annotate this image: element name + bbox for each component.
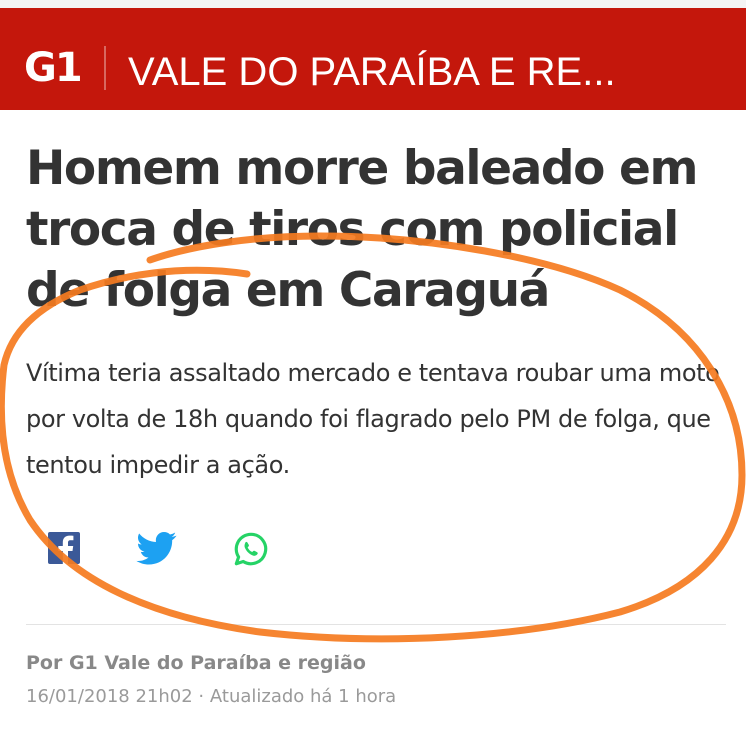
twitter-share-button[interactable] [134, 528, 180, 572]
g1-logo[interactable]: G1 [24, 48, 83, 88]
article-headline: Homem morre baleado em troca de tiros co… [26, 141, 698, 318]
header-divider [104, 46, 106, 90]
article-subtitle: Vítima teria assaltado mercado e tentava… [26, 359, 720, 479]
whatsapp-share-button[interactable] [230, 528, 272, 574]
facebook-share-button[interactable] [44, 528, 84, 572]
article-meta: 16/01/2018 21h02 · Atualizado há 1 hora [26, 686, 396, 707]
section-title[interactable]: VALE DO PARAÍBA E RE... [128, 52, 616, 92]
facebook-icon [48, 532, 80, 564]
publish-date: 16/01/2018 21h02 [26, 686, 193, 707]
whatsapp-icon [234, 532, 268, 566]
article-byline: Por G1 Vale do Paraíba e região [26, 652, 366, 674]
site-header: G1 VALE DO PARAÍBA E RE... [0, 8, 746, 110]
meta-separator: · [198, 686, 205, 707]
updated-time: Atualizado há 1 hora [209, 686, 397, 707]
status-strip [0, 0, 746, 8]
content-divider [26, 624, 726, 625]
twitter-icon [136, 532, 177, 565]
